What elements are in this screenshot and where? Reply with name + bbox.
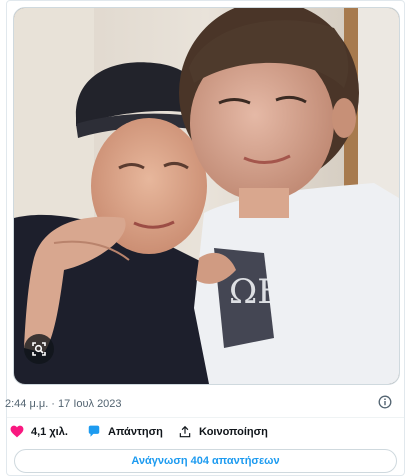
share-button[interactable]: Κοινοποίηση — [178, 425, 268, 439]
svg-text:ΩE: ΩE — [229, 272, 282, 312]
tweet-actions: 4,1 χιλ. Απάντηση Κοινοποίηση — [7, 425, 404, 445]
lens-search-icon — [32, 342, 46, 356]
like-button[interactable]: 4,1 χιλ. — [10, 425, 68, 438]
tweet-timestamp[interactable]: 2:44 μ.μ. · 17 Ιουλ 2023 — [5, 398, 122, 410]
tweet-photo[interactable]: ΩE — [13, 7, 400, 385]
heart-icon — [10, 425, 24, 438]
like-count: 4,1 χιλ. — [31, 425, 68, 438]
divider — [7, 417, 404, 418]
share-label: Κοινοποίηση — [199, 426, 268, 438]
read-replies-button[interactable]: Ανάγνωση 404 απαντήσεων — [14, 449, 397, 473]
info-icon[interactable] — [378, 395, 392, 409]
read-replies-label: Ανάγνωση 404 απαντήσεων — [131, 455, 280, 467]
tweet-card: ΩE 2:44 μ.μ. · 17 Ιουλ 2023 4,1 χιλ. Απά… — [5, 0, 405, 476]
share-upload-icon — [179, 425, 191, 438]
reply-button[interactable]: Απάντηση — [87, 425, 163, 438]
reply-bubble-icon — [88, 425, 100, 437]
photo-illustration: ΩE — [14, 8, 399, 384]
visual-search-button[interactable] — [24, 334, 54, 364]
reply-label: Απάντηση — [108, 425, 163, 438]
tweet-meta: 2:44 μ.μ. · 17 Ιουλ 2023 — [5, 395, 404, 415]
